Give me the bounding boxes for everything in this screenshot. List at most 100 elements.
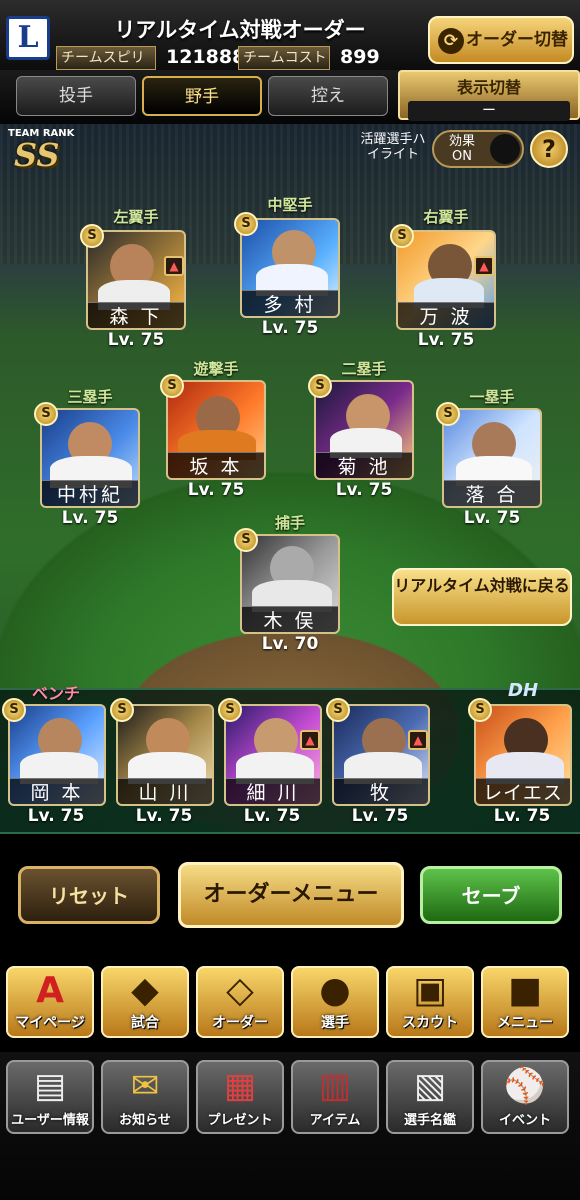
dh-label: DH — [508, 680, 539, 701]
s-rank-badge: S — [234, 212, 258, 236]
player-card-third-base[interactable]: 中村紀 — [40, 408, 140, 508]
nav-menu[interactable]: ■ メニュー — [481, 966, 569, 1038]
nav-notice[interactable]: ✉ お知らせ — [101, 1060, 189, 1134]
player-card-center-field[interactable]: 多 村 — [240, 218, 340, 318]
bench-card[interactable]: 岡 本 — [8, 704, 106, 806]
nav-order[interactable]: ◇ オーダー — [196, 966, 284, 1038]
team-spirit-label: チームスピリッツ — [56, 46, 156, 88]
scout-icon: ▣ — [412, 970, 447, 1011]
display-switch-label: 表示切替 — [456, 78, 521, 97]
s-rank-badge: S — [110, 698, 134, 722]
level-up-icon: ▲ — [474, 256, 494, 276]
nav-player-directory[interactable]: ▧ 選手名鑑 — [386, 1060, 474, 1134]
position-second-base: 二塁手 — [341, 360, 387, 378]
position-third-base: 三塁手 — [67, 388, 113, 406]
s-rank-badge: S — [390, 224, 414, 248]
player-level: Lv. 75 — [135, 806, 193, 826]
order-switch-label: オーダー切替 — [466, 30, 568, 50]
team-cost-label: チームコスト — [238, 46, 330, 70]
s-rank-badge: S — [80, 224, 104, 248]
position-catcher: 捕手 — [274, 514, 305, 532]
nav-label: 選手 — [321, 1015, 349, 1031]
help-button[interactable]: ? — [530, 130, 568, 168]
menu-icon: ■ — [507, 970, 542, 1011]
player-card-catcher[interactable]: 木 俣 — [240, 534, 340, 634]
player-name: 細 川 — [226, 778, 320, 804]
player-level: Lv. 75 — [27, 806, 85, 826]
display-switch-value: ー — [408, 101, 570, 121]
level-up-icon: ▲ — [164, 256, 184, 276]
nav-scout[interactable]: ▣ スカウト — [386, 966, 474, 1038]
position-shortstop: 遊撃手 — [193, 360, 239, 378]
player-card-first-base[interactable]: 落 合 — [442, 408, 542, 508]
tab-pitcher[interactable]: 投手 — [16, 76, 136, 116]
player-name: 落 合 — [444, 480, 540, 506]
nav-label: スカウト — [402, 1015, 458, 1031]
tab-fielder[interactable]: 野手 — [142, 76, 262, 116]
bench-card[interactable]: 細 川 — [224, 704, 322, 806]
s-rank-badge: S — [34, 402, 58, 426]
nav-item[interactable]: ▥ アイテム — [291, 1060, 379, 1134]
nav-label: メニュー — [497, 1015, 553, 1031]
nav-mypage[interactable]: A マイページ — [6, 966, 94, 1038]
team-spirit-value: 121888 — [166, 46, 246, 68]
bench-card[interactable]: レイエス — [474, 704, 572, 806]
player-level: Lv. 75 — [61, 508, 119, 528]
player-card-second-base[interactable]: 菊 池 — [314, 380, 414, 480]
effect-toggle[interactable]: 効果 ON — [432, 130, 524, 168]
nav-player[interactable]: ● 選手 — [291, 966, 379, 1038]
nav-game[interactable]: ◆ 試合 — [101, 966, 189, 1038]
user-info-icon: ▤ — [33, 1066, 67, 1106]
team-logo: L — [6, 16, 50, 60]
s-rank-badge: S — [234, 528, 258, 552]
level-up-icon: ▲ — [408, 730, 428, 750]
s-rank-badge: S — [468, 698, 492, 722]
nav-label: プレゼント — [207, 1113, 273, 1128]
player-name: 菊 池 — [316, 452, 412, 478]
player-level: Lv. 75 — [493, 806, 551, 826]
display-switch-button[interactable]: 表示切替 ー — [398, 70, 580, 121]
nav-label: ユーザー情報 — [11, 1113, 89, 1128]
save-button[interactable]: セーブ — [420, 866, 562, 924]
team-rank-value: SS — [14, 136, 60, 174]
player-level: Lv. 75 — [107, 330, 165, 350]
nav-label: イベント — [498, 1113, 551, 1128]
s-rank-badge: S — [326, 698, 350, 722]
player-icon: ● — [319, 970, 351, 1011]
nav-event[interactable]: ⚾ イベント — [481, 1060, 569, 1134]
tab-reserve[interactable]: 控え — [268, 76, 388, 116]
nav-label: マイページ — [15, 1015, 85, 1031]
nav-user-info[interactable]: ▤ ユーザー情報 — [6, 1060, 94, 1134]
player-card-left-field[interactable]: 森 下 — [86, 230, 186, 330]
player-card-right-field[interactable]: 万 波 — [396, 230, 496, 330]
s-rank-badge: S — [218, 698, 242, 722]
bench-card[interactable]: 牧 — [332, 704, 430, 806]
reset-button[interactable]: リセット — [18, 866, 160, 924]
nav-label: お知らせ — [119, 1113, 171, 1128]
refresh-icon: ⟳ — [438, 28, 464, 54]
mypage-icon: A — [36, 970, 64, 1011]
level-up-icon: ▲ — [300, 730, 320, 750]
notice-icon: ✉ — [130, 1066, 160, 1106]
player-level: Lv. 75 — [261, 318, 319, 338]
bench-card[interactable]: 山 川 — [116, 704, 214, 806]
player-name: 中村紀 — [42, 480, 138, 506]
position-left-field: 左翼手 — [113, 208, 159, 226]
player-card-shortstop[interactable]: 坂 本 — [166, 380, 266, 480]
player-name: 多 村 — [242, 290, 338, 316]
order-switch-button[interactable]: ⟳ オーダー切替 — [428, 16, 574, 64]
toggle-knob — [490, 134, 520, 164]
nav-label: アイテム — [309, 1113, 361, 1128]
player-level: Lv. 75 — [351, 806, 409, 826]
player-name: 牧 — [334, 778, 428, 804]
s-rank-badge: S — [308, 374, 332, 398]
return-to-realtime-button[interactable]: リアルタイム対戦に戻る — [392, 568, 572, 626]
nav-present[interactable]: ▦ プレゼント — [196, 1060, 284, 1134]
player-level: Lv. 75 — [187, 480, 245, 500]
order-menu-button[interactable]: オーダーメニュー — [178, 862, 404, 928]
player-level: Lv. 75 — [417, 330, 475, 350]
effect-state: ON — [452, 149, 472, 164]
team-cost-value: 899 — [340, 46, 380, 68]
position-first-base: 一塁手 — [469, 388, 515, 406]
player-level: Lv. 75 — [463, 508, 521, 528]
